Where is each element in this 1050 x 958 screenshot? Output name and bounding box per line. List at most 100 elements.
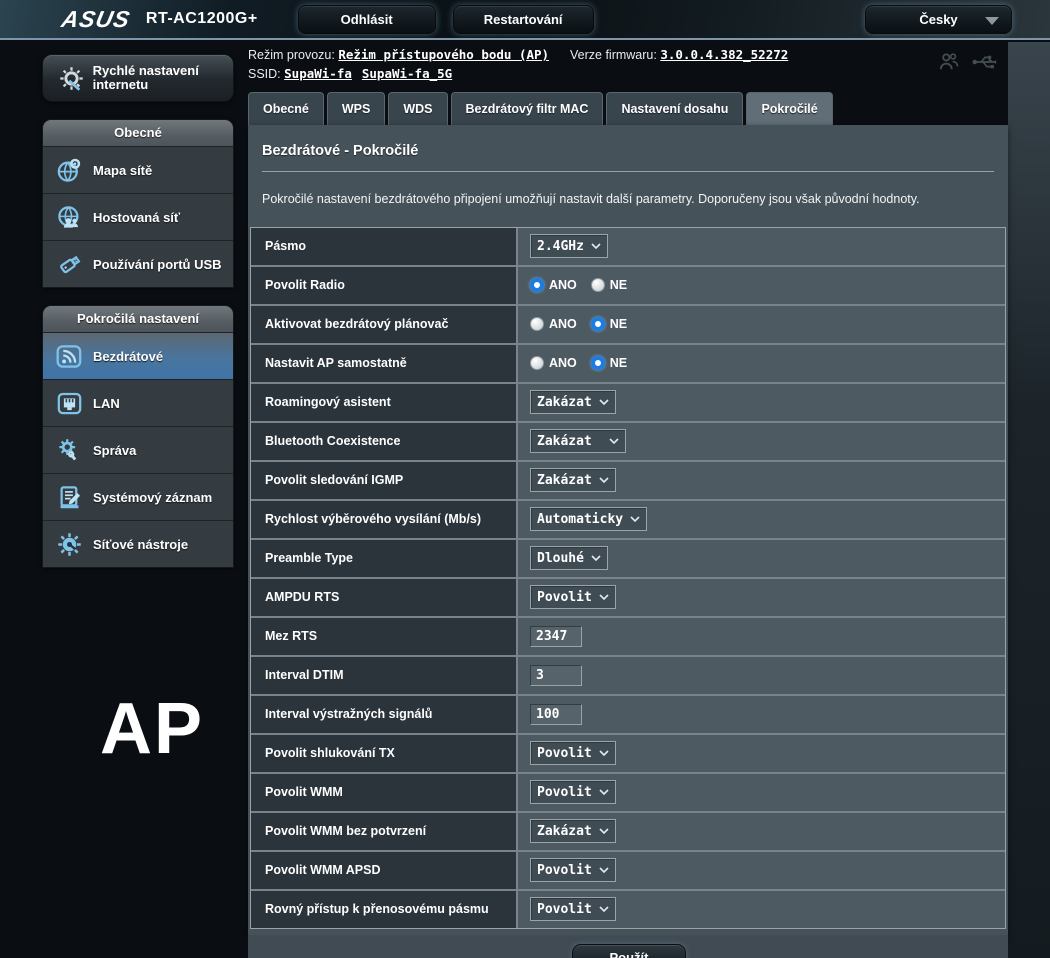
title-divider [262, 171, 994, 172]
sidebar-item-guest-network[interactable]: Hostovaná síť [43, 193, 233, 240]
setting-select[interactable]: Dlouhé [530, 546, 608, 570]
table-row: Povolit WMM bez potvrzeníZakázat [251, 813, 1005, 852]
firmware-version-link[interactable]: 3.0.0.4.382_52272 [660, 47, 788, 62]
ap-mode-watermark: AP [100, 688, 204, 770]
sidebar-item-admin[interactable]: Správa [43, 426, 233, 473]
chevron-down-icon [599, 594, 609, 601]
setting-select[interactable]: Povolit [530, 780, 616, 804]
radio-unselected-icon[interactable] [530, 356, 544, 370]
setting-label: Povolit shlukování TX [251, 735, 518, 772]
setting-value-cell: ANO NE [518, 306, 1005, 343]
logout-button[interactable]: Odhlásit [298, 5, 436, 34]
table-row: Povolit RadioANONE [251, 267, 1005, 306]
network-tools-icon [52, 531, 86, 558]
setting-label: Povolit WMM [251, 774, 518, 811]
select-value: Povolit [537, 902, 592, 917]
sidebar-item-lan[interactable]: LAN [43, 379, 233, 426]
operation-mode-link[interactable]: Režim přístupového bodu (AP) [338, 47, 549, 62]
select-value: Zakázat [537, 824, 592, 839]
info-bar: Režim provozu: Režim přístupového bodu (… [248, 47, 788, 85]
admin-icon [52, 437, 86, 464]
setting-input[interactable] [530, 626, 582, 647]
tab-nastaven-dosahu[interactable]: Nastavení dosahu [606, 92, 743, 125]
chevron-down-icon [599, 906, 609, 913]
radio-selected-icon[interactable] [530, 278, 544, 292]
setting-select[interactable]: Automaticky [530, 507, 647, 531]
setting-value-cell: Zakázat [518, 384, 1005, 421]
setting-label: Interval DTIM [251, 657, 518, 694]
sidebar-item-network-map[interactable]: Mapa sítě [43, 146, 233, 193]
setting-select[interactable]: Zakázat [530, 429, 626, 453]
clients-icon[interactable] [938, 52, 960, 77]
radio-option-label: ANO [549, 278, 577, 292]
tab-wps[interactable]: WPS [327, 92, 385, 125]
setting-select[interactable]: Zakázat [530, 468, 616, 492]
tab-bezdr-tov-filtr-mac[interactable]: Bezdrátový filtr MAC [451, 92, 604, 125]
quick-internet-setup-button[interactable]: Rychlé nastavení internetu [42, 54, 234, 102]
table-row: Rovný přístup k přenosovému pásmu Povolit [251, 891, 1005, 928]
quick-setup-icon [58, 65, 86, 92]
select-value: Povolit [537, 785, 592, 800]
select-value: Dlouhé [537, 551, 584, 566]
setting-value-cell: Povolit [518, 852, 1005, 889]
radio-unselected-icon[interactable] [530, 317, 544, 331]
chevron-down-icon [591, 243, 601, 250]
setting-label: Rovný přístup k přenosovému pásmu [251, 891, 518, 928]
page-description: Pokročilé nastavení bezdrátového připoje… [262, 191, 994, 208]
setting-value-cell: Zakázat [518, 813, 1005, 850]
setting-select[interactable]: Povolit [530, 585, 616, 609]
ssid-link[interactable]: SupaWi-fa_5G [362, 66, 452, 81]
radio-option-ne[interactable]: NE [591, 317, 627, 331]
setting-select[interactable]: Povolit [530, 741, 616, 765]
setting-label: Rychlost výběrového vysílání (Mb/s) [251, 501, 518, 538]
chevron-down-icon [985, 17, 999, 25]
table-row: AMPDU RTSPovolit [251, 579, 1005, 618]
setting-select[interactable]: Povolit [530, 858, 616, 882]
chevron-down-icon [591, 555, 601, 562]
sidebar-item-usb-app[interactable]: Používání portů USB [43, 240, 233, 287]
tab-pokro-il-[interactable]: Pokročilé [746, 92, 832, 125]
select-value: Povolit [537, 863, 592, 878]
radio-selected-icon[interactable] [591, 356, 605, 370]
radio-unselected-icon[interactable] [591, 278, 605, 292]
select-value: 2.4GHz [537, 239, 584, 254]
setting-input[interactable] [530, 704, 582, 725]
ssid-link[interactable]: SupaWi-fa [284, 66, 352, 81]
router-model: RT-AC1200G+ [146, 10, 258, 28]
operation-mode-label: Režim provozu: [248, 48, 335, 62]
tab-obecn-[interactable]: Obecné [248, 92, 324, 125]
setting-value-cell [518, 696, 1005, 733]
apply-button[interactable]: Použít [572, 944, 686, 958]
right-background-strip [1008, 42, 1050, 958]
radio-selected-icon[interactable] [591, 317, 605, 331]
settings-table: Pásmo2.4GHzPovolit RadioANONEAktivovat b… [250, 227, 1006, 929]
radio-option-ano[interactable]: ANO [530, 356, 577, 370]
radio-option-ano[interactable]: ANO [530, 317, 577, 331]
sidebar-item-label: Správa [93, 443, 136, 458]
reboot-button[interactable]: Restartování [453, 5, 594, 34]
sidebar-item-network-tools[interactable]: Síťové nástroje [43, 520, 233, 567]
sidebar-section-title: Obecné [43, 120, 233, 146]
setting-select[interactable]: Zakázat [530, 390, 616, 414]
setting-value-cell: Automaticky [518, 501, 1005, 538]
usb-app-icon [52, 251, 86, 278]
top-banner: ASUS RT-AC1200G+ Odhlásit Restartování Č… [0, 0, 1050, 40]
lan-icon [52, 390, 86, 417]
sidebar-item-syslog[interactable]: Systémový záznam [43, 473, 233, 520]
radio-option-ne[interactable]: NE [591, 278, 627, 292]
radio-option-label: NE [610, 317, 627, 331]
table-row: Povolit WMM APSDPovolit [251, 852, 1005, 891]
setting-select[interactable]: Zakázat [530, 819, 616, 843]
sidebar-item-wireless[interactable]: Bezdrátové [43, 332, 233, 379]
tab-wds[interactable]: WDS [388, 92, 447, 125]
setting-select[interactable]: 2.4GHz [530, 234, 608, 258]
sidebar-section: ObecnéMapa sítěHostovaná síťPoužívání po… [42, 119, 234, 288]
setting-select[interactable]: Povolit [530, 897, 616, 921]
setting-label: Pásmo [251, 228, 518, 265]
language-select[interactable]: Česky [865, 5, 1012, 34]
radio-option-ne[interactable]: NE [591, 356, 627, 370]
usb-icon[interactable] [972, 52, 998, 77]
radio-option-ano[interactable]: ANO [530, 278, 577, 292]
setting-input[interactable] [530, 665, 582, 686]
ssid-label: SSID: [248, 67, 281, 81]
